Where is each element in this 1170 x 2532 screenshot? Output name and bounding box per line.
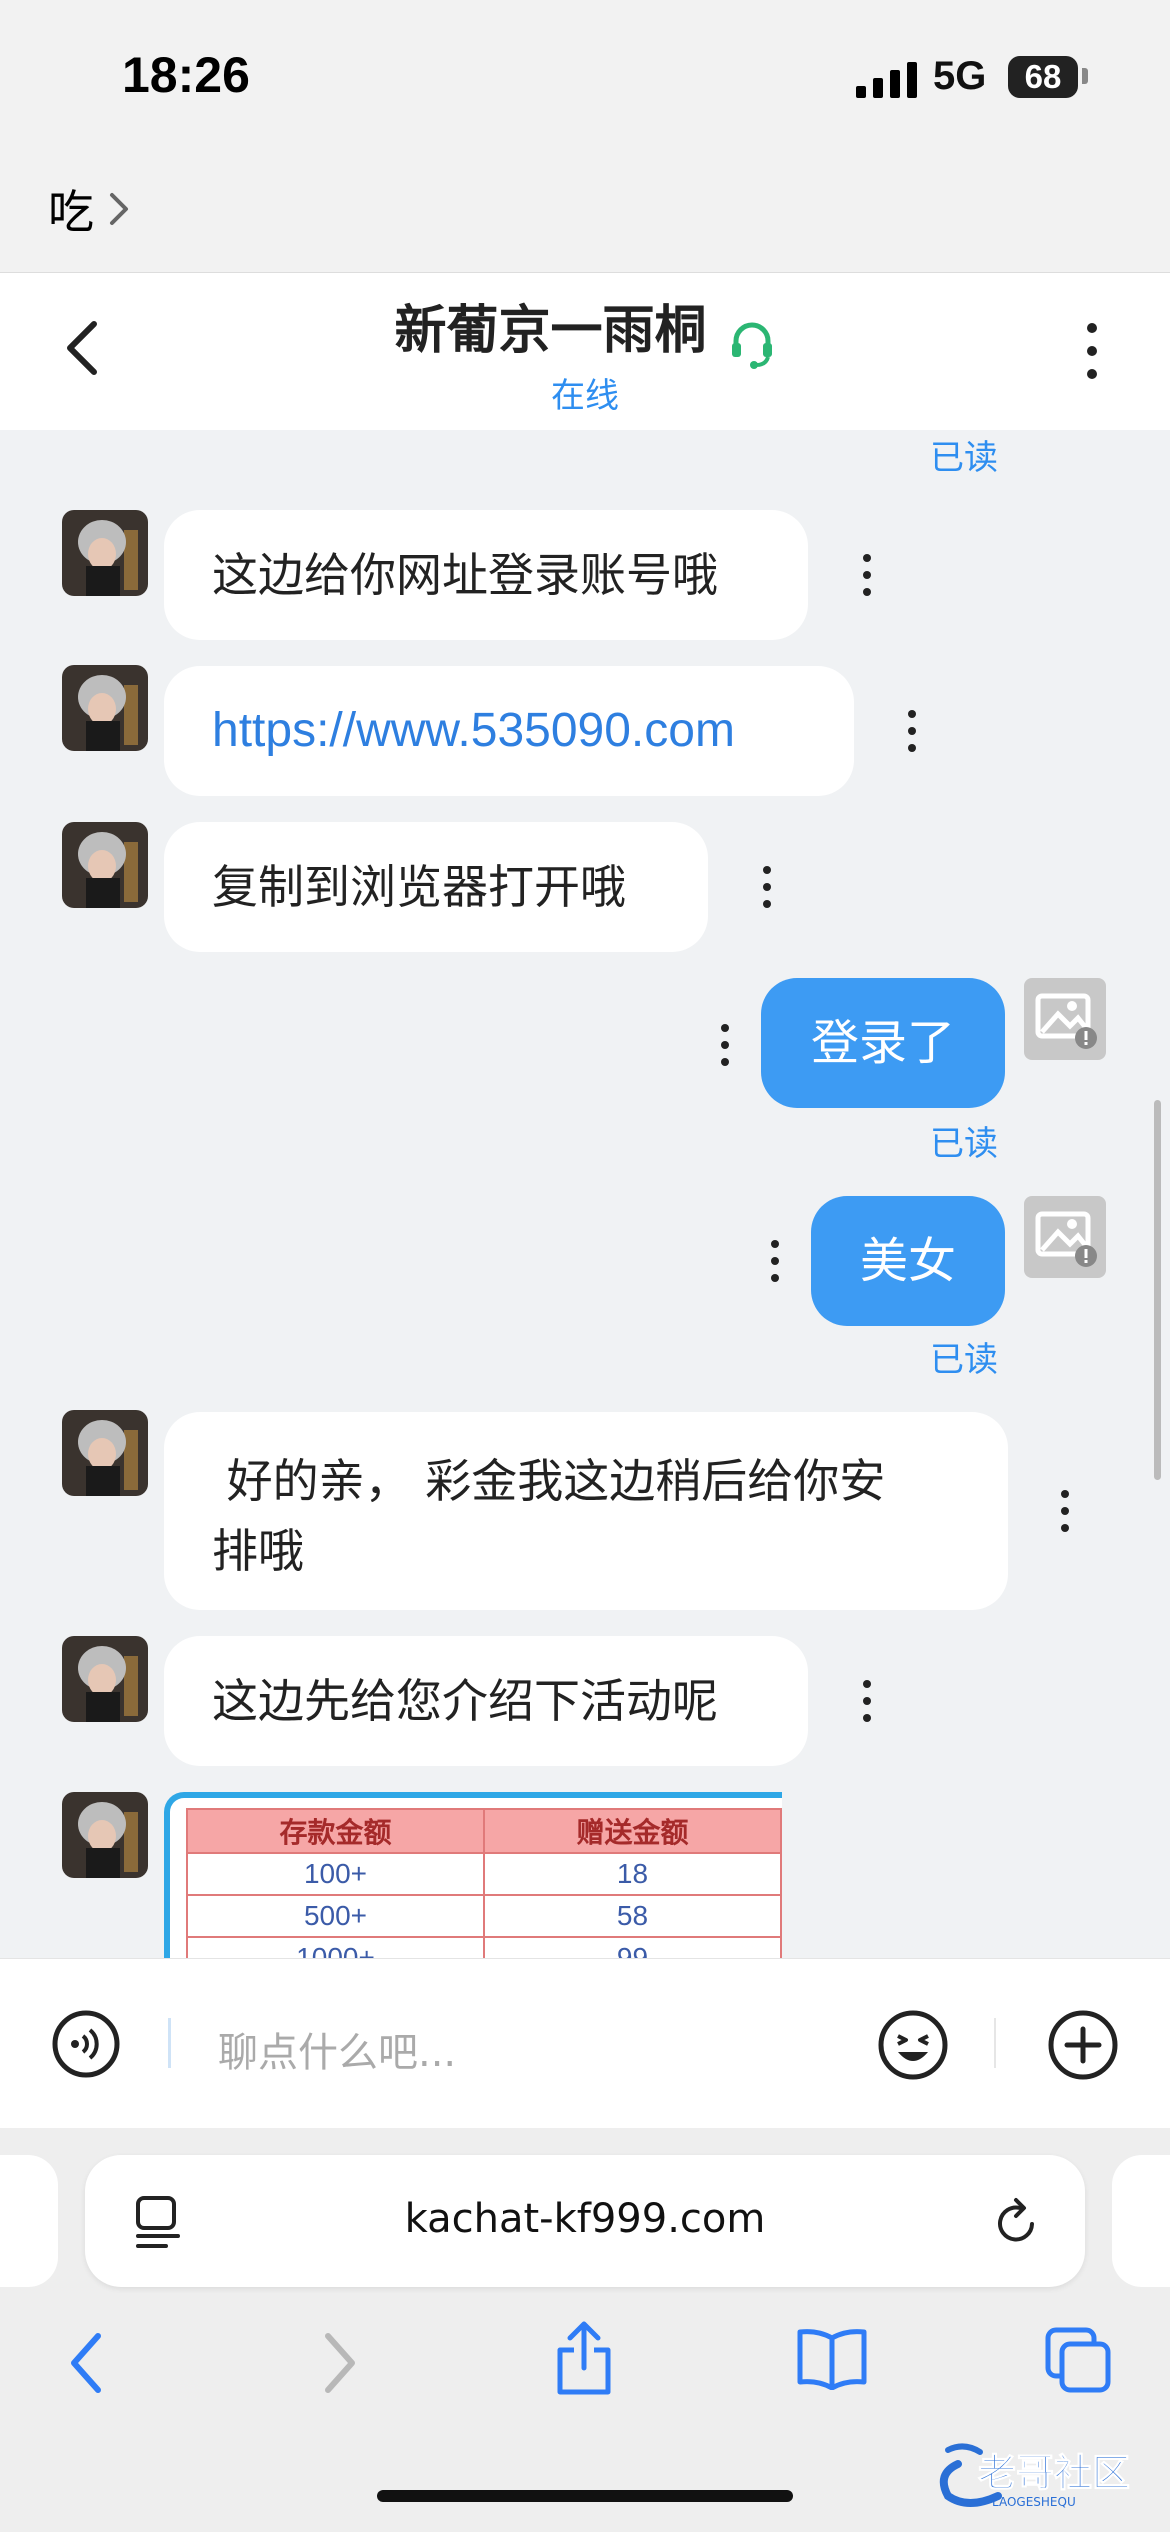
status-time: 18:26 <box>122 47 250 103</box>
chevron-right-icon <box>110 193 128 225</box>
scrollbar[interactable] <box>1154 1100 1161 1480</box>
network-label: 5G <box>933 54 987 98</box>
home-indicator <box>377 2490 793 2502</box>
image-placeholder-icon <box>1024 978 1106 1060</box>
headset-icon <box>731 322 772 369</box>
table-cell: 500+ <box>186 1894 485 1938</box>
battery-tip <box>1082 68 1088 84</box>
message-bubble[interactable]: 好的亲， 彩金我这边稍后给你安 排哦 <box>164 1412 1008 1610</box>
plus-circle-icon[interactable] <box>1046 2008 1120 2082</box>
avatar[interactable] <box>62 822 148 908</box>
reload-icon[interactable] <box>992 2194 1042 2250</box>
message-more-icon[interactable] <box>718 1022 732 1068</box>
browser-back-icon[interactable] <box>66 2330 106 2396</box>
read-status: 已读 <box>930 438 998 478</box>
read-status: 已读 <box>930 1124 998 1164</box>
signal-icon <box>856 62 917 98</box>
message-more-icon[interactable] <box>905 708 919 754</box>
chat-area[interactable]: 已读 这边给你网址登录账号哦 https://www.535090.com 复制… <box>0 430 1170 1958</box>
promo-image[interactable]: 存款金额 赠送金额 100+ 18 500+ 58 1000+ 99 <box>164 1792 782 1958</box>
avatar[interactable] <box>62 510 148 596</box>
message-more-icon[interactable] <box>768 1238 782 1284</box>
tabs-icon[interactable] <box>1044 2326 1114 2396</box>
promo-table: 存款金额 赠送金额 100+ 18 500+ 58 1000+ 99 <box>186 1808 782 1958</box>
table-header: 赠送金额 <box>483 1808 782 1854</box>
avatar[interactable] <box>62 665 148 751</box>
bookmarks-icon[interactable] <box>794 2326 870 2390</box>
table-cell: 58 <box>483 1894 782 1938</box>
chat-title: 新葡京一雨桐 <box>394 301 707 361</box>
message-bubble-outgoing[interactable]: 登录了 <box>761 978 1005 1108</box>
share-icon[interactable] <box>552 2318 616 2398</box>
message-bubble-outgoing[interactable]: 美女 <box>811 1196 1005 1326</box>
message-bubble[interactable]: 这边给你网址登录账号哦 <box>164 510 808 640</box>
watermark-logo: 老哥社区 LAOGESHEQU <box>928 2434 1160 2514</box>
svg-text:LAOGESHEQU: LAOGESHEQU <box>992 2495 1076 2509</box>
chat-title-wrap: 新葡京一雨桐 <box>0 288 1170 369</box>
message-more-icon[interactable] <box>1058 1488 1072 1534</box>
message-more-icon[interactable] <box>860 1678 874 1724</box>
avatar[interactable] <box>62 1636 148 1722</box>
back-to-app-link[interactable]: 吃 <box>48 176 130 242</box>
avatar[interactable] <box>62 1792 148 1878</box>
message-more-icon[interactable] <box>860 552 874 598</box>
table-cell: 18 <box>483 1852 782 1896</box>
voice-icon[interactable] <box>50 2008 122 2080</box>
online-status: 在线 <box>551 376 619 416</box>
divider <box>994 2018 996 2068</box>
back-to-app-label: 吃 <box>48 185 94 239</box>
message-bubble[interactable]: 复制到浏览器打开哦 <box>164 822 708 952</box>
svg-text:老哥社区: 老哥社区 <box>978 2451 1130 2495</box>
table-cell: 99 <box>483 1936 782 1958</box>
previous-tab-preview[interactable] <box>0 2155 58 2287</box>
browser-forward-icon[interactable] <box>320 2330 360 2396</box>
message-line: 好的亲， 彩金我这边稍后给你安 <box>212 1454 886 1508</box>
message-link[interactable]: https://www.535090.com <box>164 666 854 796</box>
avatar[interactable] <box>62 1410 148 1496</box>
image-placeholder-icon <box>1024 1196 1106 1278</box>
message-line: 排哦 <box>212 1524 304 1578</box>
next-tab-preview[interactable] <box>1112 2155 1170 2287</box>
battery-icon: 68 <box>1008 56 1078 98</box>
emoji-icon[interactable] <box>876 2008 950 2082</box>
url-text[interactable]: kachat-kf999.com <box>85 2196 1085 2242</box>
table-cell: 1000+ <box>186 1936 485 1958</box>
table-cell: 100+ <box>186 1852 485 1896</box>
table-header: 存款金额 <box>186 1808 485 1854</box>
more-vertical-icon[interactable] <box>1075 318 1109 384</box>
message-bubble[interactable]: 这边先给您介绍下活动呢 <box>164 1636 808 1766</box>
message-input[interactable]: 聊点什么吧... <box>218 2020 456 2078</box>
message-more-icon[interactable] <box>760 864 774 910</box>
read-status: 已读 <box>930 1340 998 1380</box>
input-caret <box>168 2018 171 2068</box>
